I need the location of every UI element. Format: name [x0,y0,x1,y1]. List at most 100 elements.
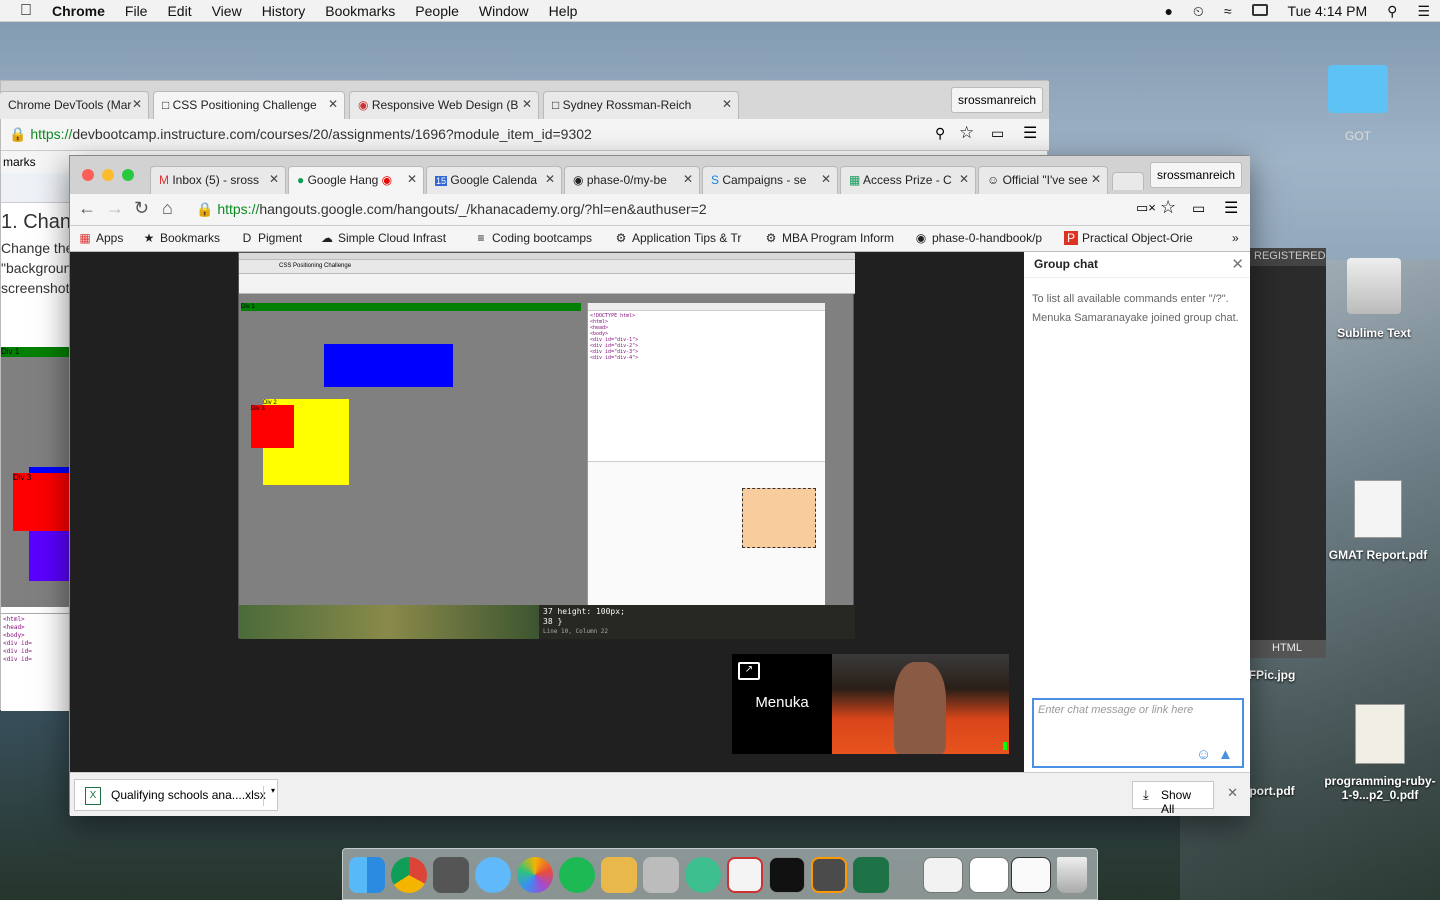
scrivener-icon[interactable] [433,857,469,893]
menu-edit[interactable]: Edit [157,3,201,19]
wifi-icon[interactable]: ≈ [1214,3,1242,19]
slack-icon[interactable] [727,857,763,893]
bookmark-practical-oo[interactable]: P Practical Object-Orie [1064,231,1204,245]
desktop-file-ruby[interactable]: programming-ruby-1-9...p2_0.pdf [1320,704,1440,802]
calculator-icon[interactable] [643,857,679,893]
close-icon[interactable]: ✕ [522,97,532,111]
menu-view[interactable]: View [202,3,252,19]
back-tab-devtools[interactable]: Chrome DevTools (Mar ✕ [0,91,149,119]
front-profile-button[interactable]: srossmanreich [1150,162,1243,188]
zoom-icon[interactable]: ⚲ [935,125,945,142]
close-icon[interactable]: ✕ [132,97,142,111]
close-icon[interactable]: ✕ [821,172,831,186]
notification-center-icon[interactable]: ☰ [1407,3,1440,20]
tab-inbox[interactable]: M Inbox (5) - sross ✕ [150,166,286,194]
battery-icon[interactable] [1242,3,1278,19]
back-profile-button[interactable]: srossmanreich [951,87,1044,113]
back-tab-responsive[interactable]: ◉ Responsive Web Design (B ✕ [349,91,539,119]
bookmark-coding-bootcamps[interactable]: ≡ Coding bootcamps [474,231,592,245]
tab-access-prize[interactable]: ▦ Access Prize - C ✕ [840,166,976,194]
bookmark-pigment[interactable]: D Pigment [240,231,302,245]
close-icon[interactable]: ✕ [407,172,417,186]
video-tile-self[interactable] [832,654,1009,754]
messages-icon[interactable] [475,857,511,893]
spotlight-icon[interactable]: ⚲ [1377,3,1407,20]
cast-icon[interactable]: ▭ [1192,200,1205,217]
menu-history[interactable]: History [252,3,316,19]
desktop-app-sublime[interactable]: Sublime Text [1314,258,1434,340]
spreadsheet-stack-icon[interactable] [969,857,1009,893]
bookmark-simple-cloud[interactable]: ☁ Simple Cloud Infrast [320,231,460,245]
tab-campaigns[interactable]: S Campaigns - se ✕ [702,166,838,194]
show-all-button[interactable]: ⤓ Show All [1132,781,1214,816]
spotify-icon[interactable] [559,857,595,893]
front-address-bar[interactable]: 🔒 https://hangouts.google.com/hangouts/_… [190,196,1180,224]
bookmark-apps[interactable]: ▦ Apps [78,231,123,245]
pencil-app-icon[interactable] [601,857,637,893]
menu-app-name[interactable]: Chrome [42,3,115,19]
excel-icon[interactable] [853,857,889,893]
desktop-file-gmat[interactable]: GMAT Report.pdf [1318,480,1438,562]
download-item[interactable]: X Qualifying schools ana....xlsx ▾ [74,779,278,811]
atom-icon[interactable] [685,857,721,893]
bookmark-mba-program[interactable]: ⚙ MBA Program Inform [764,231,900,245]
apple-icon[interactable]:  [0,2,42,20]
tab-hangouts[interactable]: ● Google Hang ◉ ✕ [288,166,424,194]
front-browser-window[interactable]: M Inbox (5) - sross ✕ ● Google Hang ◉ ✕ 15… [69,155,1250,816]
screenshot-stack-icon[interactable] [1011,857,1051,893]
document-stack-icon[interactable] [923,857,963,893]
terminal-icon[interactable] [769,857,805,893]
bookmark-application-tips[interactable]: ⚙ Application Tips & Tr [614,231,750,245]
menu-bookmarks[interactable]: Bookmarks [315,3,405,19]
back-tab-sydney[interactable]: □ Sydney Rossman-Reich ✕ [543,91,739,119]
minimize-window-button[interactable] [102,169,114,181]
cast-icon[interactable]: ▭ [991,125,1004,142]
lock-icon[interactable]: ● [1154,3,1182,19]
chevron-down-icon[interactable]: ▾ [263,786,275,806]
close-icon[interactable]: ✕ [545,172,555,186]
close-shelf-icon[interactable]: ✕ [1227,785,1238,801]
camera-icon[interactable]: ▭× [1136,200,1156,216]
close-icon[interactable]: ✕ [959,172,969,186]
bookmarks-overflow-icon[interactable]: » [1232,231,1239,245]
emoji-icon[interactable]: ☺ [1196,746,1211,763]
trash-icon[interactable] [1057,857,1087,893]
zoom-window-button[interactable] [122,169,134,181]
sublime-icon[interactable] [811,857,847,893]
back-arrow-icon[interactable]: ← [78,198,96,219]
close-icon[interactable]: ✕ [1091,172,1101,186]
close-icon[interactable]: ✕ [269,172,279,186]
new-tab-button[interactable] [1112,172,1144,190]
close-icon[interactable]: ✕ [328,97,338,111]
time-machine-icon[interactable]: ⏲ [1183,3,1214,20]
tab-calendar[interactable]: 15 Google Calenda ✕ [426,166,562,194]
drive-share-icon[interactable]: ▲ [1218,746,1233,763]
star-icon[interactable]: ☆ [959,123,974,143]
menu-file[interactable]: File [115,3,158,19]
photos-icon[interactable] [517,857,553,893]
menu-window[interactable]: Window [469,3,539,19]
menu-clock[interactable]: Tue 4:14 PM [1278,3,1378,19]
chat-input[interactable]: Enter chat message or link here [1032,698,1244,768]
back-tab-css-challenge[interactable]: □ CSS Positioning Challenge ✕ [153,91,345,119]
video-tile-menuka[interactable]: ↗ Menuka [732,654,832,754]
menu-icon[interactable]: ☰ [1023,123,1037,143]
home-icon[interactable]: ⌂ [162,198,173,219]
tab-official[interactable]: ☺ Official "I've see ✕ [978,166,1108,194]
bookmark-bookmarks[interactable]: ★ Bookmarks [142,231,220,245]
close-chat-icon[interactable]: ✕ [1231,255,1244,273]
back-address-bar[interactable]: 🔒 https://devbootcamp.instructure.com/co… [3,121,983,149]
close-window-button[interactable] [82,169,94,181]
star-icon[interactable]: ☆ [1160,197,1176,218]
menu-help[interactable]: Help [539,3,588,19]
reload-icon[interactable]: ↻ [134,198,149,219]
chrome-icon[interactable] [391,857,427,893]
forward-arrow-icon[interactable]: → [106,198,124,219]
close-icon[interactable]: ✕ [683,172,693,186]
bookmark-phase0-handbook[interactable]: ◉ phase-0-handbook/p [914,231,1050,245]
tab-github[interactable]: ◉ phase-0/my-be ✕ [564,166,700,194]
close-icon[interactable]: ✕ [722,97,732,111]
finder-icon[interactable] [349,857,385,893]
desktop-folder-got[interactable]: GOT [1298,65,1418,143]
menu-icon[interactable]: ☰ [1224,198,1238,218]
